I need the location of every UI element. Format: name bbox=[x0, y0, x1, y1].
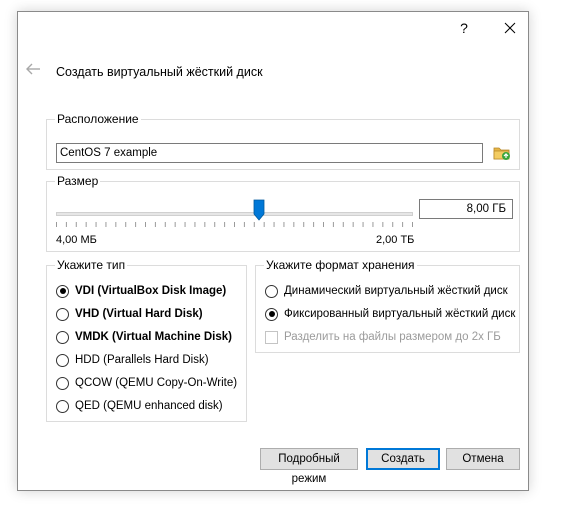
back-button[interactable] bbox=[25, 62, 43, 76]
storage-format-option-label: Фиксированный виртуальный жёсткий диск bbox=[284, 308, 516, 320]
disk-type-option-vmdk[interactable]: VMDK (Virtual Machine Disk) bbox=[56, 328, 232, 346]
size-max-label: 2,00 ТБ bbox=[376, 234, 415, 246]
radio-button[interactable] bbox=[56, 330, 69, 344]
disk-type-option-label: VMDK (Virtual Machine Disk) bbox=[75, 331, 232, 343]
help-button[interactable]: ? bbox=[454, 19, 474, 37]
size-slider-track[interactable] bbox=[56, 212, 413, 216]
storage-format-option-label: Динамический виртуальный жёсткий диск bbox=[284, 285, 508, 297]
close-button[interactable] bbox=[500, 18, 520, 38]
dialog-window: ? Создать виртуальный жёсткий диск Распо… bbox=[17, 11, 529, 491]
location-group-label: Расположение bbox=[55, 112, 141, 126]
close-icon bbox=[504, 22, 516, 34]
disk-type-option-label: VDI (VirtualBox Disk Image) bbox=[75, 285, 227, 297]
disk-type-option-qed[interactable]: QED (QEMU enhanced disk) bbox=[56, 397, 223, 415]
back-arrow-icon bbox=[26, 63, 40, 75]
size-slider-ticks bbox=[56, 222, 413, 227]
split-files-label: Разделить на файлы размером до 2х ГБ bbox=[284, 331, 501, 343]
storage-format-option-fixed[interactable]: Фиксированный виртуальный жёсткий диск bbox=[265, 305, 515, 323]
disk-type-option-vdi[interactable]: VDI (VirtualBox Disk Image) bbox=[56, 282, 226, 300]
radio-button[interactable] bbox=[265, 307, 278, 321]
expert-mode-button[interactable]: Подробный режим bbox=[260, 448, 358, 485]
disk-type-option-label: HDD (Parallels Hard Disk) bbox=[75, 354, 209, 366]
location-input[interactable]: CentOS 7 example bbox=[56, 143, 483, 163]
cancel-button[interactable]: Отмена bbox=[446, 448, 520, 470]
create-button[interactable]: Создать bbox=[366, 448, 440, 470]
size-group-label: Размер bbox=[55, 174, 101, 188]
choose-folder-button[interactable] bbox=[492, 143, 512, 163]
radio-button[interactable] bbox=[56, 376, 69, 390]
disk-type-option-hdd[interactable]: HDD (Parallels Hard Disk) bbox=[56, 351, 209, 369]
radio-button[interactable] bbox=[56, 284, 69, 298]
radio-button[interactable] bbox=[56, 353, 69, 367]
disk-type-option-label: QCOW (QEMU Copy-On-Write) bbox=[75, 377, 238, 389]
disk-type-group: Укажите тип VDI (VirtualBox Disk Image) … bbox=[46, 258, 247, 422]
split-files-option[interactable]: Разделить на файлы размером до 2х ГБ bbox=[265, 328, 501, 346]
folder-icon bbox=[493, 147, 510, 160]
storage-format-option-dynamic[interactable]: Динамический виртуальный жёсткий диск bbox=[265, 282, 508, 300]
size-value-input[interactable]: 8,00 ГБ bbox=[419, 199, 513, 219]
storage-format-group-label: Укажите формат хранения bbox=[264, 258, 417, 272]
page-title: Создать виртуальный жёсткий диск bbox=[56, 65, 263, 79]
size-min-label: 4,00 МБ bbox=[56, 234, 97, 246]
location-group: Расположение CentOS 7 example bbox=[46, 112, 520, 170]
disk-type-option-qcow[interactable]: QCOW (QEMU Copy-On-Write) bbox=[56, 374, 237, 392]
size-group: Размер 8,00 ГБ 4,00 МБ 2,00 ТБ bbox=[46, 174, 520, 252]
split-files-checkbox[interactable] bbox=[265, 330, 278, 344]
disk-type-group-label: Укажите тип bbox=[55, 258, 128, 272]
storage-format-group: Укажите формат хранения Динамический вир… bbox=[255, 258, 520, 353]
radio-button[interactable] bbox=[56, 399, 69, 413]
size-slider-handle[interactable] bbox=[253, 199, 265, 221]
disk-type-option-label: QED (QEMU enhanced disk) bbox=[75, 400, 223, 412]
disk-type-option-label: VHD (Virtual Hard Disk) bbox=[75, 308, 203, 320]
slider-handle-icon bbox=[254, 199, 265, 221]
title-bar: ? bbox=[18, 12, 528, 42]
radio-button[interactable] bbox=[56, 307, 69, 321]
radio-button[interactable] bbox=[265, 284, 278, 298]
disk-type-option-vhd[interactable]: VHD (Virtual Hard Disk) bbox=[56, 305, 203, 323]
